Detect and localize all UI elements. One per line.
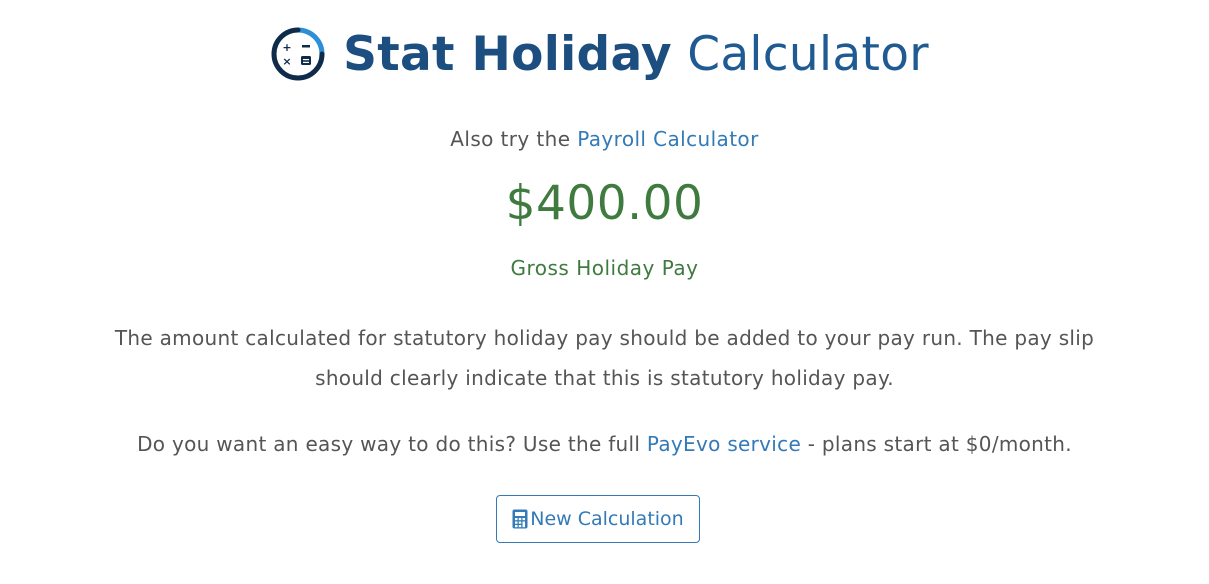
title-bold: Stat Holiday: [343, 26, 672, 82]
payroll-calculator-link[interactable]: Payroll Calculator: [577, 127, 759, 151]
info-text: The amount calculated for statutory holi…: [114, 326, 1095, 390]
holiday-pay-amount: $400.00: [505, 176, 704, 231]
new-calculation-label: New Calculation: [530, 508, 684, 530]
svg-text:×: ×: [283, 55, 292, 68]
calculator-gauge-icon: + ×: [271, 27, 325, 81]
button-row: New Calculation: [0, 495, 1209, 543]
also-try-line: Also try the Payroll Calculator: [0, 127, 1209, 151]
page-header: + × Stat Holiday Calculator: [0, 18, 1209, 90]
calculator-icon: [512, 509, 528, 529]
svg-text:+: +: [283, 41, 292, 54]
promo-prefix: Do you want an easy way to do this? Use …: [137, 432, 647, 456]
also-try-prefix: Also try the: [450, 127, 578, 151]
page-title: Stat Holiday Calculator: [343, 31, 929, 78]
info-paragraph: The amount calculated for statutory holi…: [0, 318, 1209, 398]
promo-line: Do you want an easy way to do this? Use …: [0, 432, 1209, 456]
holiday-pay-label: Gross Holiday Pay: [510, 256, 699, 280]
new-calculation-button[interactable]: New Calculation: [496, 495, 700, 543]
promo-suffix: - plans start at $0/month.: [801, 432, 1072, 456]
title-light: Calculator: [687, 26, 929, 82]
payevo-service-link[interactable]: PayEvo service: [647, 432, 801, 456]
